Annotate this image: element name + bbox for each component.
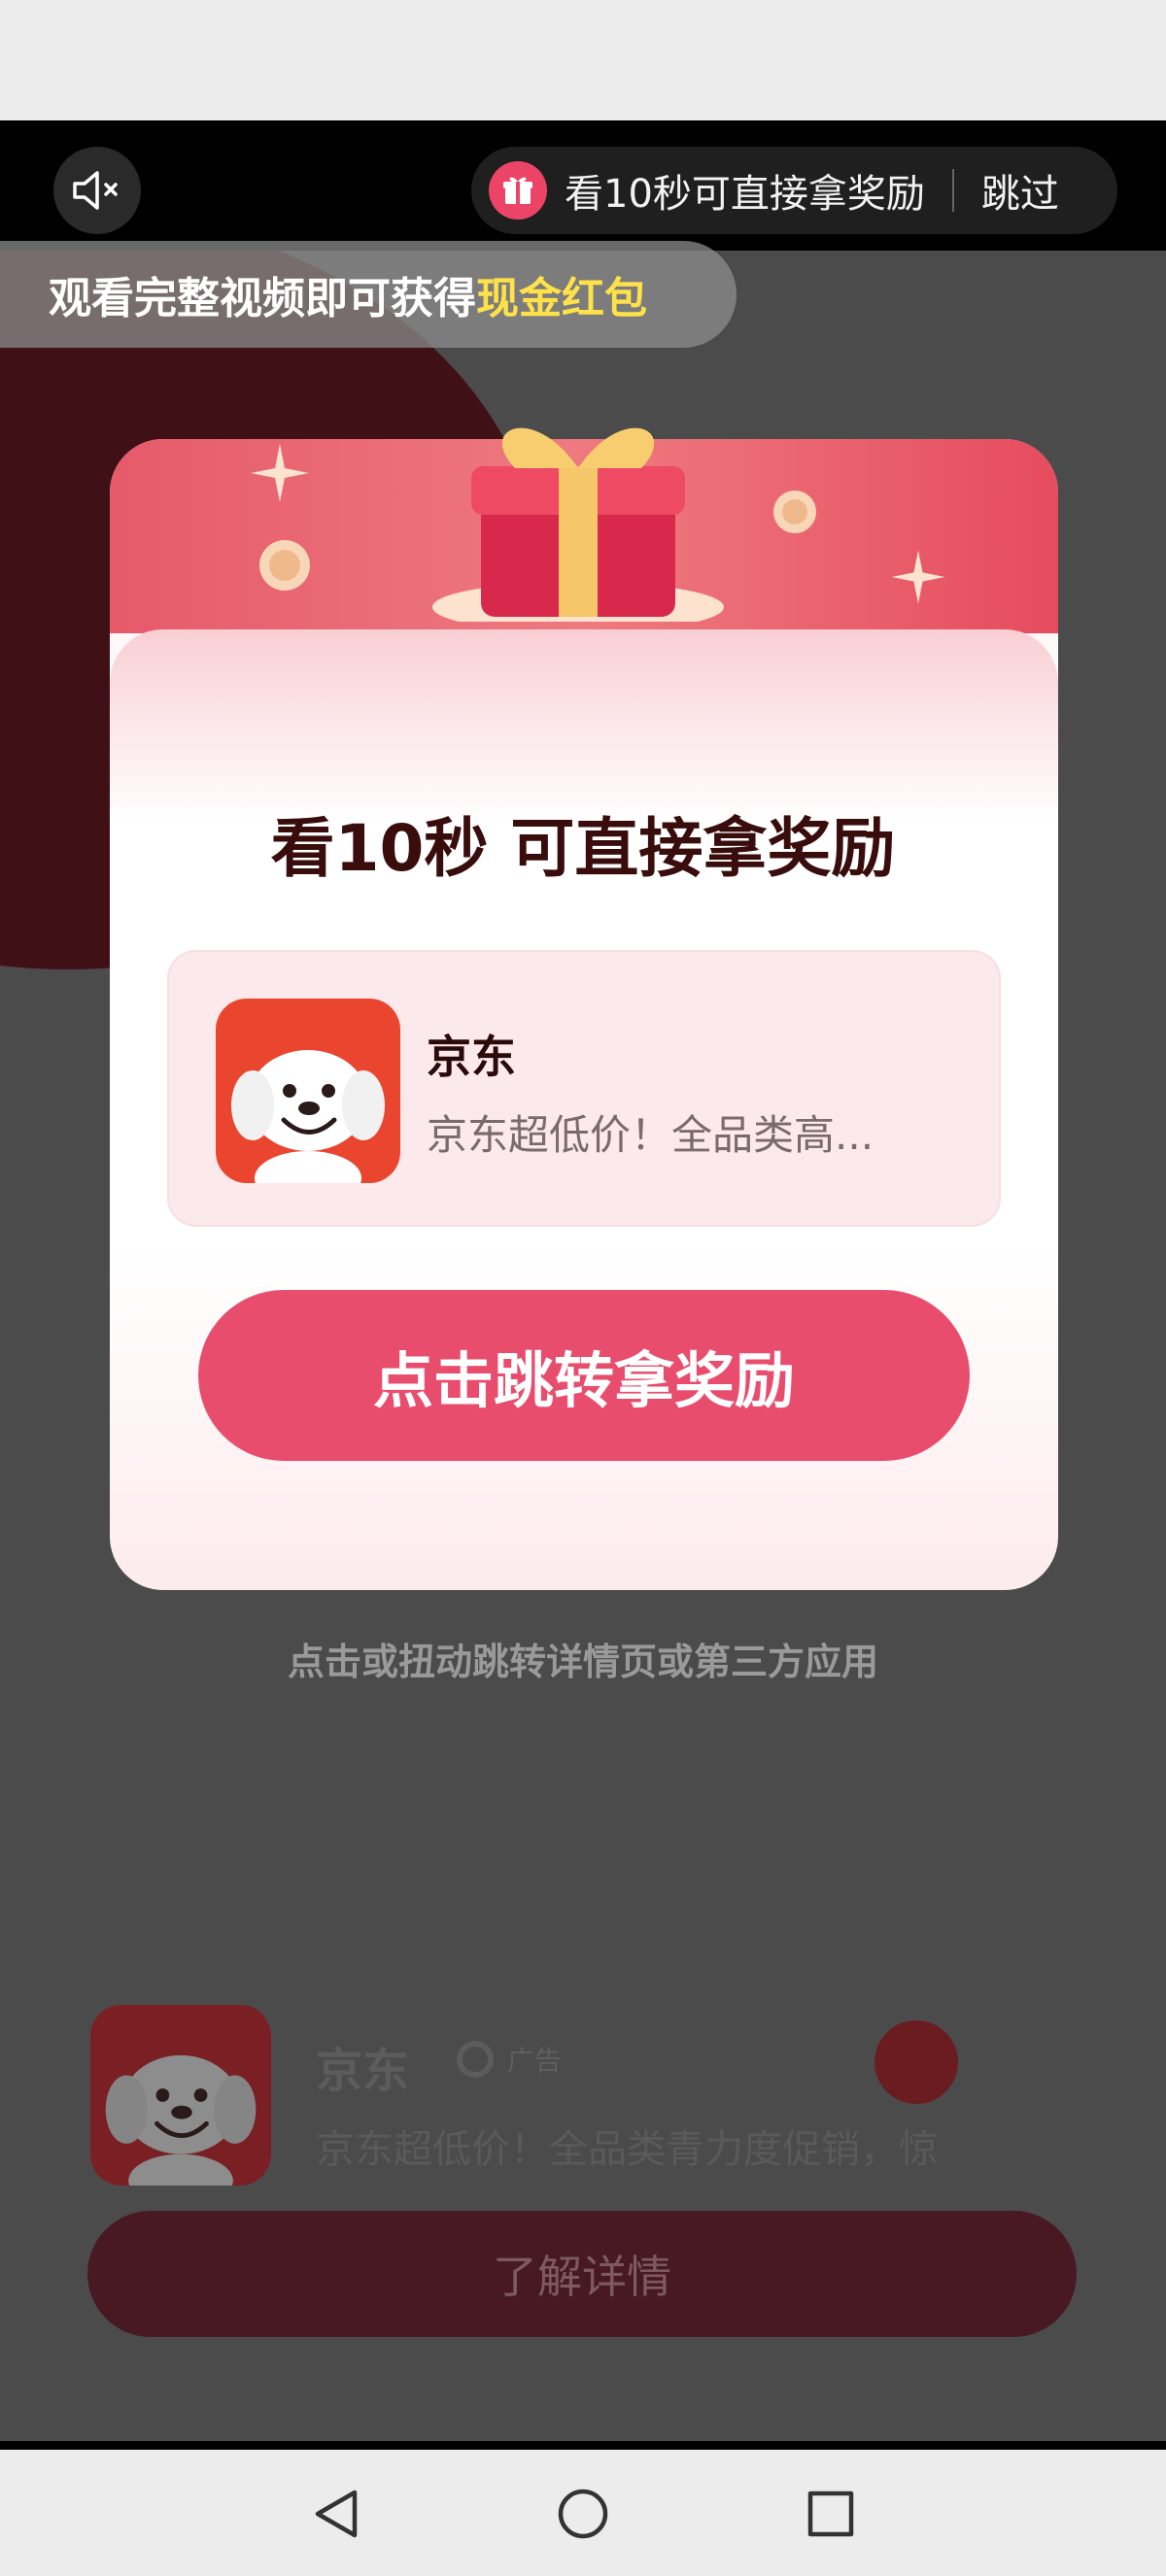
skip-button[interactable]: 跳过: [981, 162, 1059, 219]
ad-badge-label: 广告: [507, 2045, 563, 2077]
mute-button[interactable]: [53, 147, 141, 234]
back-triangle-icon[interactable]: [306, 2485, 364, 2543]
ad-description: 京东超低价！全品类青力度促销，惊: [316, 2127, 938, 2172]
jump-reward-button[interactable]: 点击跳转拿奖励: [198, 1290, 970, 1461]
modal-content-background: [110, 629, 1058, 824]
home-circle-icon[interactable]: [554, 2485, 612, 2543]
interaction-hint: 点击或扭动跳转详情页或第三方应用: [287, 1641, 878, 1683]
gift-icon: [489, 161, 547, 220]
reward-text: 看10秒可直接拿奖励: [565, 172, 925, 217]
app-card[interactable]: 京东 京东超低价！全品类高...: [167, 950, 1001, 1227]
reward-pill: 看10秒可直接拿奖励 跳过: [471, 147, 1117, 234]
ad-app-name: 京东: [316, 2044, 410, 2098]
app-description: 京东超低价！全品类高...: [427, 1111, 874, 1159]
learn-more-button[interactable]: 了解详情: [87, 2211, 1077, 2337]
banner-prefix: 观看完整视频即可获得: [49, 274, 476, 323]
ad-badge: 广告: [457, 2040, 562, 2079]
app-name: 京东: [427, 1031, 516, 1083]
app-icon: [216, 999, 400, 1183]
status-bar: [0, 0, 1166, 120]
coin-icon: [259, 540, 310, 591]
modal-title: 看10秒 可直接拿奖励: [270, 811, 896, 886]
jd-dog-mascot-icon: [231, 1050, 385, 1183]
recents-square-icon[interactable]: [802, 2485, 860, 2543]
jd-dog-mascot-icon: [105, 2054, 257, 2186]
ad-source-icon: [457, 2041, 494, 2078]
ad-close-dot[interactable]: [874, 2020, 958, 2104]
ad-app-icon[interactable]: [90, 2005, 271, 2186]
pill-divider: [951, 169, 954, 212]
banner-highlight: 现金红包: [476, 274, 647, 323]
speaker-muted-icon: [73, 171, 118, 210]
watch-full-video-banner: 观看完整视频即可获得 现金红包: [0, 241, 737, 348]
sparkle-icon: [251, 444, 309, 502]
sparkle-icon: [891, 550, 945, 604]
coin-icon: [773, 491, 816, 533]
gift-box-icon: [432, 427, 724, 622]
